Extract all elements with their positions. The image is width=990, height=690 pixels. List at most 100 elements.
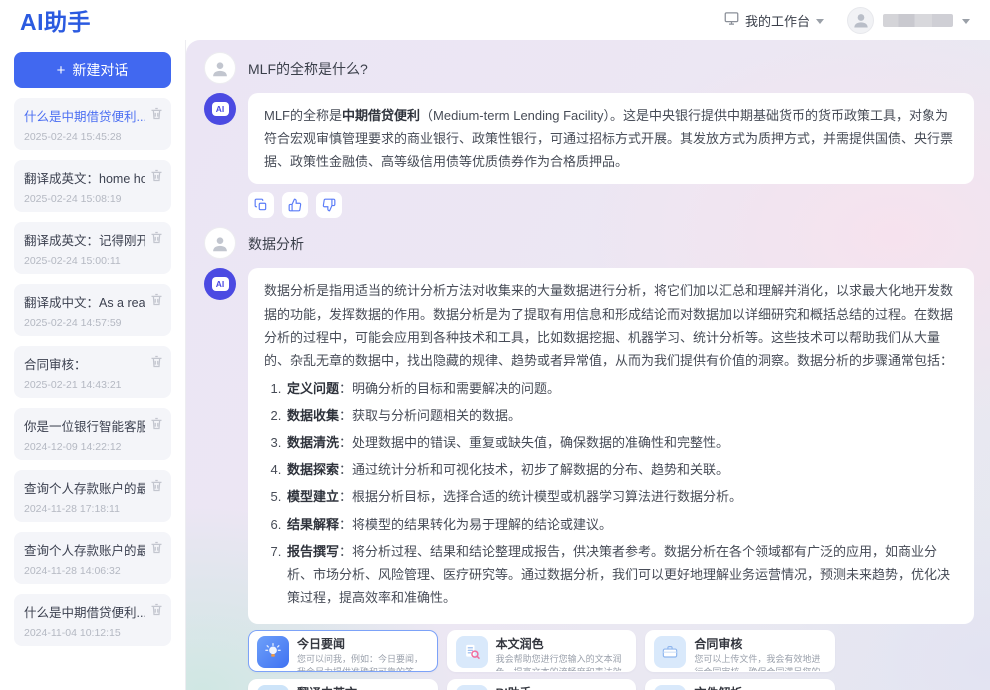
copy-button[interactable] xyxy=(248,192,274,218)
card-title: 本文润色 xyxy=(496,637,628,651)
conversation-sidebar: + 新建对话 什么是中期借贷便利... 2025-02-24 15:45:28 … xyxy=(0,40,186,690)
new-chat-label: 新建对话 xyxy=(72,60,128,80)
conversation-item[interactable]: 翻译成英文：记得刚开始... 2025-02-24 15:00:11 xyxy=(14,222,171,274)
briefcase-icon xyxy=(654,636,686,668)
plus-icon: + xyxy=(57,62,66,79)
delete-conversation-icon[interactable] xyxy=(149,478,164,493)
conversation-title: 什么是中期借贷便利... xyxy=(24,106,145,125)
conversation-title: 查询个人存款账户的最新... xyxy=(24,478,145,497)
ai-avatar: AI xyxy=(204,268,236,300)
app-logo: AI助手 xyxy=(20,3,91,37)
card-bi-assistant[interactable]: BI助手 将用户的自然语言转化为SQL查询语句，并直接与数据库进行交互，返回智能… xyxy=(447,679,637,690)
ai-avatar-badge: AI xyxy=(212,277,229,291)
conversation-time: 2025-02-24 15:00:11 xyxy=(24,255,145,267)
conversation-item[interactable]: 翻译成英文：home home 2025-02-24 15:08:19 xyxy=(14,160,171,212)
card-title: 翻译中英文 xyxy=(297,686,429,690)
conversation-time: 2025-02-24 14:57:59 xyxy=(24,317,145,329)
user-message-row: 数据分析 xyxy=(204,227,974,259)
step-item: 数据收集：获取与分析问题相关的数据。 xyxy=(285,404,958,427)
delete-conversation-icon[interactable] xyxy=(149,354,164,369)
conversation-title: 翻译成英文：home home xyxy=(24,168,145,187)
thumbs-down-button[interactable] xyxy=(316,192,342,218)
user-message-text: MLF的全称是什么? xyxy=(248,52,368,79)
conversation-time: 2024-11-28 14:06:32 xyxy=(24,565,145,577)
quick-actions-section: 今日要闻 您可以问我，例如：今日要闻，我会尽力提供准确和可靠的答案。 本文润色 … xyxy=(248,630,974,690)
conversation-item[interactable]: 什么是中期借贷便利... 2025-02-24 15:45:28 xyxy=(14,98,171,150)
ai-answer-prefix: MLF的全称是 xyxy=(264,108,342,123)
step-item: 模型建立：根据分析目标，选择合适的统计模型或机器学习算法进行数据分析。 xyxy=(285,485,958,508)
user-message-row: MLF的全称是什么? xyxy=(204,52,974,84)
lightbulb-icon xyxy=(257,636,289,668)
top-header: AI助手 我的工作台 xyxy=(0,0,990,40)
step-item: 数据探索：通过统计分析和可视化技术，初步了解数据的分布、趋势和关联。 xyxy=(285,458,958,481)
conversation-title: 什么是中期借贷便利... xyxy=(24,602,145,621)
conversation-title: 你是一位银行智能客服，... xyxy=(24,416,145,435)
new-chat-button[interactable]: + 新建对话 xyxy=(14,52,171,88)
analysis-steps-list: 定义问题：明确分析的目标和需要解决的问题。 数据收集：获取与分析问题相关的数据。… xyxy=(264,377,958,609)
ai-message-row: AI 数据分析是指用适当的统计分析方法对收集来的大量数据进行分析，将它们加以汇总… xyxy=(204,268,974,624)
card-text-polish[interactable]: 本文润色 我会帮助您进行您输入的文本润色，提高文本的流畅度和表达效果。 xyxy=(447,630,637,672)
conversation-item[interactable]: 查询个人存款账户的最新... 2024-11-28 17:18:11 xyxy=(14,470,171,522)
conversation-time: 2025-02-24 15:45:28 xyxy=(24,131,145,143)
step-item: 结果解释：将模型的结果转化为易于理解的结论或建议。 xyxy=(285,513,958,536)
ai-answer-term: 中期借贷便利 xyxy=(342,108,420,123)
card-title: 合同审核 xyxy=(694,637,826,651)
conversation-time: 2024-11-28 17:18:11 xyxy=(24,503,145,515)
delete-conversation-icon[interactable] xyxy=(149,292,164,307)
workspace-label: 我的工作台 xyxy=(745,11,810,30)
card-contract-review[interactable]: 合同审核 您可以上传文件，我会有效地进行合同审核，确保合同满足您的业务需求。 xyxy=(645,630,835,672)
ai-avatar: AI xyxy=(204,93,236,125)
user-message-avatar xyxy=(204,227,236,259)
card-title: 文件解析 xyxy=(694,686,826,690)
step-item: 数据清洗：处理数据中的错误、重复或缺失值，确保数据的准确性和完整性。 xyxy=(285,431,958,454)
thumbs-up-button[interactable] xyxy=(282,192,308,218)
conversation-title: 翻译成中文：As a reader... xyxy=(24,292,145,311)
username-redacted[interactable] xyxy=(883,14,953,27)
ai-message-card: MLF的全称是中期借贷便利（Medium-term Lending Facili… xyxy=(248,93,974,184)
card-today-news[interactable]: 今日要闻 您可以问我，例如：今日要闻，我会尽力提供准确和可靠的答案。 xyxy=(248,630,438,672)
sitemap-icon xyxy=(257,685,289,690)
chevron-down-icon xyxy=(962,19,970,24)
conversation-time: 2025-02-24 15:08:19 xyxy=(24,193,145,205)
ai-answer-intro: 数据分析是指用适当的统计分析方法对收集来的大量数据进行分析，将它们加以汇总和理解… xyxy=(264,283,953,367)
delete-conversation-icon[interactable] xyxy=(149,106,164,121)
card-file-parse[interactable]: 文件解析 您可以上传文件，我将帮助您进行如数据处理、信息检索、自动化办公等。 xyxy=(645,679,835,690)
conversation-time: 2024-12-09 14:22:12 xyxy=(24,441,145,453)
conversation-item[interactable]: 查询个人存款账户的最新... 2024-11-28 14:06:32 xyxy=(14,532,171,584)
pie-chart-icon xyxy=(456,685,488,690)
document-magnifier-icon xyxy=(456,636,488,668)
conversation-item[interactable]: 什么是中期借贷便利... 2024-11-04 10:12:15 xyxy=(14,594,171,646)
delete-conversation-icon[interactable] xyxy=(149,416,164,431)
chat-panel: MLF的全称是什么? AI MLF的全称是中期借贷便利（Medium-term … xyxy=(186,40,990,690)
card-desc: 您可以问我，例如：今日要闻，我会尽力提供准确和可靠的答案。 xyxy=(297,653,429,672)
message-actions xyxy=(248,192,974,218)
chevron-down-icon xyxy=(816,19,824,24)
conversation-title: 查询个人存款账户的最新... xyxy=(24,540,145,559)
delete-conversation-icon[interactable] xyxy=(149,168,164,183)
user-message-text: 数据分析 xyxy=(248,227,304,254)
card-desc: 您可以上传文件，我会有效地进行合同审核，确保合同满足您的业务需求。 xyxy=(694,653,826,672)
delete-conversation-icon[interactable] xyxy=(149,230,164,245)
conversation-title: 合同审核： xyxy=(24,354,145,373)
trend-chart-icon xyxy=(654,685,686,690)
conversation-time: 2024-11-04 10:12:15 xyxy=(24,627,145,639)
delete-conversation-icon[interactable] xyxy=(149,540,164,555)
ai-message-row: AI MLF的全称是中期借贷便利（Medium-term Lending Fac… xyxy=(204,93,974,218)
conversation-item[interactable]: 合同审核： 2025-02-21 14:43:21 xyxy=(14,346,171,398)
card-desc: 我会帮助您进行您输入的文本润色，提高文本的流畅度和表达效果。 xyxy=(496,653,628,672)
ai-message-card: 数据分析是指用适当的统计分析方法对收集来的大量数据进行分析，将它们加以汇总和理解… xyxy=(248,268,974,624)
user-message-avatar xyxy=(204,52,236,84)
conversation-item[interactable]: 翻译成中文：As a reader... 2025-02-24 14:57:59 xyxy=(14,284,171,336)
step-item: 定义问题：明确分析的目标和需要解决的问题。 xyxy=(285,377,958,400)
step-item: 报告撰写：将分析过程、结果和结论整理成报告，供决策者参考。数据分析在各个领域都有… xyxy=(285,540,958,609)
card-translate[interactable]: 翻译中英文 我会旨在保留原始信息的含义、语气和风格，以确保翻译的准确性和自然流畅… xyxy=(248,679,438,690)
card-title: BI助手 xyxy=(496,686,628,690)
workspace-menu[interactable]: 我的工作台 xyxy=(724,11,824,30)
conversation-item[interactable]: 你是一位银行智能客服，... 2024-12-09 14:22:12 xyxy=(14,408,171,460)
delete-conversation-icon[interactable] xyxy=(149,602,164,617)
ai-avatar-badge: AI xyxy=(212,102,229,116)
feature-cards: 今日要闻 您可以问我，例如：今日要闻，我会尽力提供准确和可靠的答案。 本文润色 … xyxy=(248,630,835,690)
user-avatar[interactable] xyxy=(847,7,874,34)
card-title: 今日要闻 xyxy=(297,637,429,651)
monitor-icon xyxy=(724,11,739,29)
